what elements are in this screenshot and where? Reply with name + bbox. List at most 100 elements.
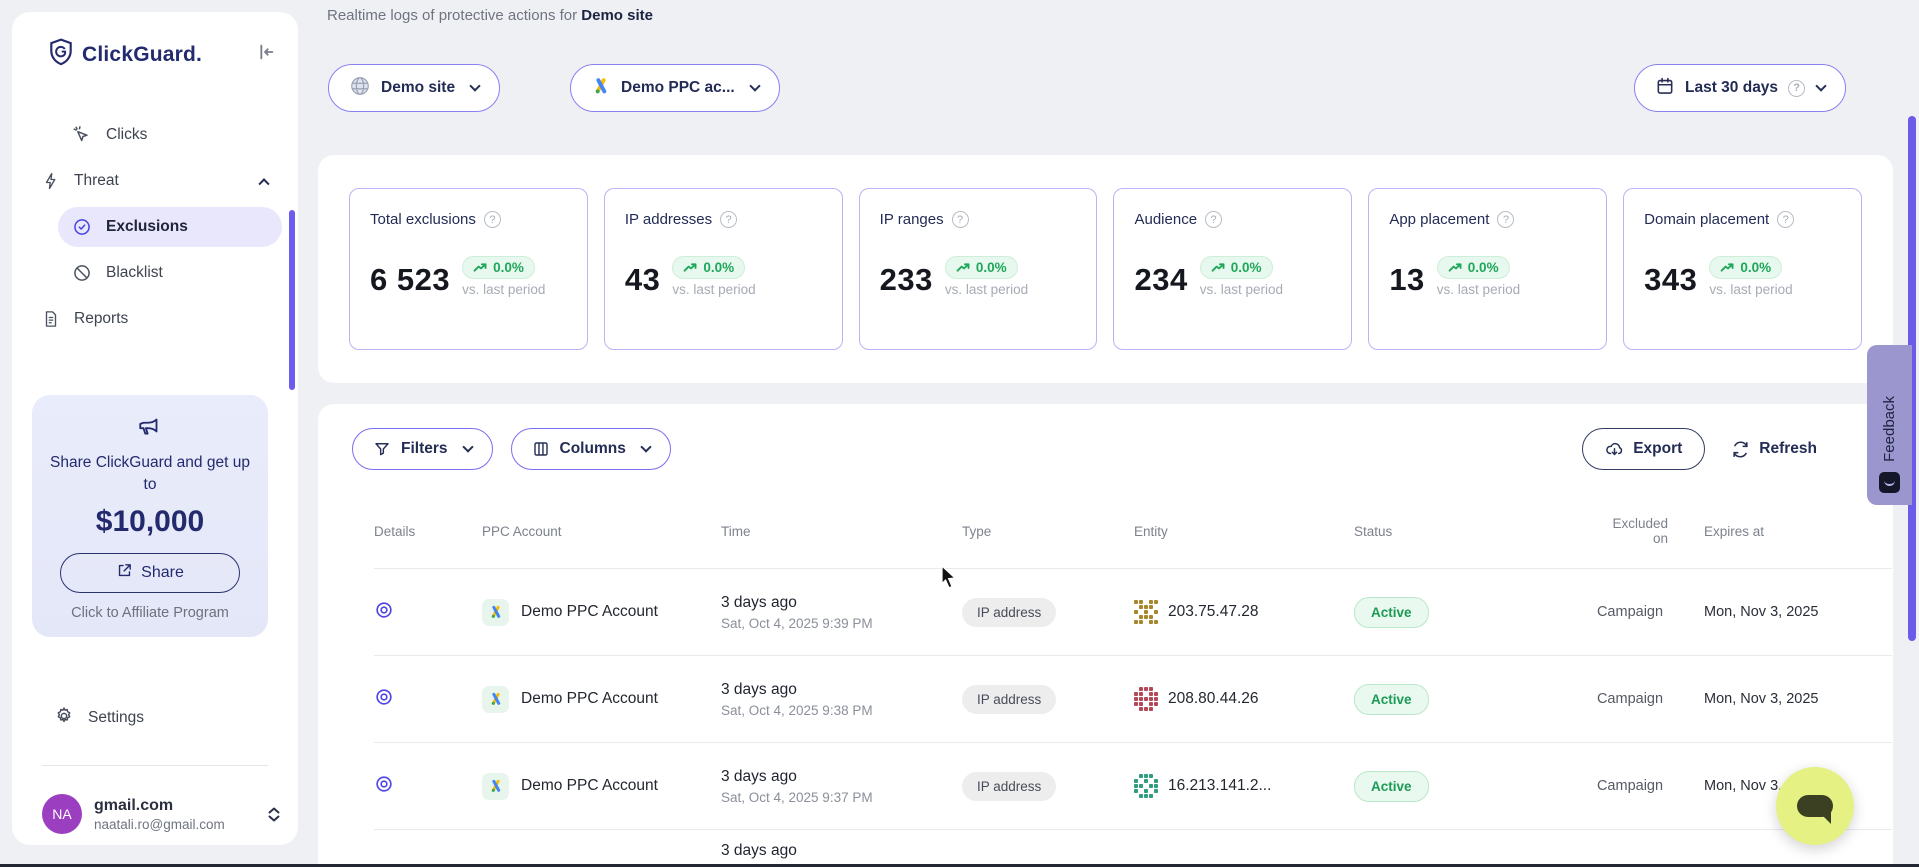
table-row: Demo PPC Account 3 days ago Sat, Oct 4, … <box>374 656 1892 743</box>
details-eye-button[interactable] <box>374 600 394 620</box>
sidebar-scrollbar[interactable] <box>289 210 295 390</box>
feedback-smiley-icon <box>1879 472 1900 493</box>
sidebar-item-clicks[interactable]: Clicks <box>58 115 282 155</box>
sidebar-divider <box>42 765 268 766</box>
feedback-tab[interactable]: Feedback <box>1867 345 1912 505</box>
share-button[interactable]: Share <box>60 553 240 593</box>
trend-up-icon <box>1448 262 1463 273</box>
row-time-absolute: Sat, Oct 4, 2025 9:38 PM <box>721 703 954 718</box>
chat-bubble-icon <box>1797 795 1833 817</box>
col-header-excluded-on: Excluded on <box>1564 496 1704 569</box>
promo-amount: $10,000 <box>46 505 254 539</box>
user-email: naatali.ro@gmail.com <box>94 817 256 832</box>
lightning-icon <box>42 171 60 191</box>
stat-delta: 0.0% <box>1468 260 1499 275</box>
columns-button[interactable]: Columns <box>511 428 671 470</box>
row-time-absolute: Sat, Oct 4, 2025 9:37 PM <box>721 790 954 805</box>
sidebar-collapse-icon[interactable] <box>254 41 276 68</box>
export-button[interactable]: Export <box>1582 428 1705 470</box>
account-selector-value: Demo PPC ac... <box>621 79 735 97</box>
stat-value: 343 <box>1644 262 1697 298</box>
sidebar-item-threat[interactable]: Threat <box>28 161 282 201</box>
filter-icon <box>373 440 391 458</box>
site-selector[interactable]: Demo site <box>328 64 500 112</box>
help-icon[interactable]: ? <box>1497 211 1514 228</box>
col-header-entity: Entity <box>1134 496 1354 569</box>
brand[interactable]: ClickGuard. <box>48 38 254 71</box>
row-account: Demo PPC Account <box>521 690 658 708</box>
account-selector[interactable]: Demo PPC ac... <box>570 64 780 112</box>
stat-label: Audience <box>1134 211 1197 228</box>
chevron-down-icon <box>640 441 651 452</box>
cursor-click-icon <box>72 125 92 145</box>
stat-caption: vs. last period <box>1437 282 1520 297</box>
entity-identicon <box>1134 687 1158 711</box>
user-menu[interactable]: NA gmail.com naatali.ro@gmail.com <box>42 794 280 834</box>
col-header-type: Type <box>962 496 1134 569</box>
ban-icon <box>72 263 92 283</box>
date-range-value: Last 30 days <box>1685 79 1778 97</box>
details-eye-button[interactable] <box>374 774 394 794</box>
sidebar: ClickGuard. Clicks <box>12 12 298 845</box>
filters-button-label: Filters <box>401 440 448 458</box>
stat-value: 43 <box>625 262 660 298</box>
google-ads-icon <box>591 76 611 101</box>
columns-icon <box>532 440 550 458</box>
table-row: Demo PPC Account 3 days ago Sat, Oct 4, … <box>374 569 1892 656</box>
trend-up-icon <box>683 262 698 273</box>
exclusions-table: Details PPC Account Time Type Entity Sta… <box>374 496 1892 867</box>
help-icon[interactable]: ? <box>1777 211 1794 228</box>
row-time-relative: 3 days ago <box>721 594 954 612</box>
stat-label: IP ranges <box>880 211 944 228</box>
sidebar-item-reports[interactable]: Reports <box>28 299 282 339</box>
filters-button[interactable]: Filters <box>352 428 493 470</box>
row-type-badge: IP address <box>962 772 1056 801</box>
entity-identicon <box>1134 774 1158 798</box>
help-icon[interactable]: ? <box>484 211 501 228</box>
stat-card-domain-placement: Domain placement? 343 0.0% vs. last peri… <box>1623 188 1862 350</box>
sidebar-menu: Clicks Threat Exclusions <box>12 115 298 339</box>
sidebar-item-settings[interactable]: Settings <box>28 700 282 736</box>
help-icon[interactable]: ? <box>1205 211 1222 228</box>
settings-label: Settings <box>88 709 144 727</box>
user-name: gmail.com <box>94 797 256 815</box>
chevron-down-icon <box>469 80 480 91</box>
calendar-icon <box>1655 76 1675 101</box>
chat-launcher-button[interactable] <box>1776 767 1854 845</box>
stat-value: 234 <box>1134 262 1187 298</box>
stat-delta: 0.0% <box>493 260 524 275</box>
col-header-details: Details <box>374 496 482 569</box>
row-account: Demo PPC Account <box>521 777 658 795</box>
help-icon[interactable]: ? <box>720 211 737 228</box>
stat-caption: vs. last period <box>1200 282 1283 297</box>
details-eye-button[interactable] <box>374 687 394 707</box>
help-icon[interactable]: ? <box>952 211 969 228</box>
chevron-down-icon <box>1815 80 1826 91</box>
row-entity: 208.80.44.26 <box>1168 690 1259 708</box>
promo-caption[interactable]: Click to Affiliate Program <box>46 605 254 621</box>
clickguard-logo-icon <box>48 38 74 71</box>
sidebar-item-exclusions[interactable]: Exclusions <box>58 207 282 247</box>
google-ads-icon <box>482 773 509 800</box>
exclusions-table-panel: Filters Columns Export Refresh <box>318 404 1893 867</box>
stat-card-app-placement: App placement? 13 0.0% vs. last period <box>1368 188 1607 350</box>
row-time-relative: 3 days ago <box>721 768 954 786</box>
sidebar-item-blacklist[interactable]: Blacklist <box>58 253 282 293</box>
stat-caption: vs. last period <box>945 282 1028 297</box>
row-time-relative: 3 days ago <box>721 681 954 699</box>
brand-name: ClickGuard. <box>82 43 202 67</box>
row-excluded-on: Campaign <box>1597 691 1663 707</box>
sidebar-item-label: Exclusions <box>106 218 188 236</box>
refresh-button-label: Refresh <box>1759 440 1817 458</box>
columns-button-label: Columns <box>560 440 626 458</box>
stat-caption: vs. last period <box>672 282 755 297</box>
stat-delta: 0.0% <box>976 260 1007 275</box>
stat-card-total-exclusions: Total exclusions? 6 523 0.0% vs. last pe… <box>349 188 588 350</box>
date-range-selector[interactable]: Last 30 days ? <box>1634 64 1846 112</box>
status-badge: Active <box>1354 684 1429 715</box>
stat-delta: 0.0% <box>1740 260 1771 275</box>
trend-up-icon <box>1720 262 1735 273</box>
sidebar-item-label: Threat <box>74 172 119 190</box>
col-header-status: Status <box>1354 496 1564 569</box>
refresh-button[interactable]: Refresh <box>1731 440 1817 459</box>
